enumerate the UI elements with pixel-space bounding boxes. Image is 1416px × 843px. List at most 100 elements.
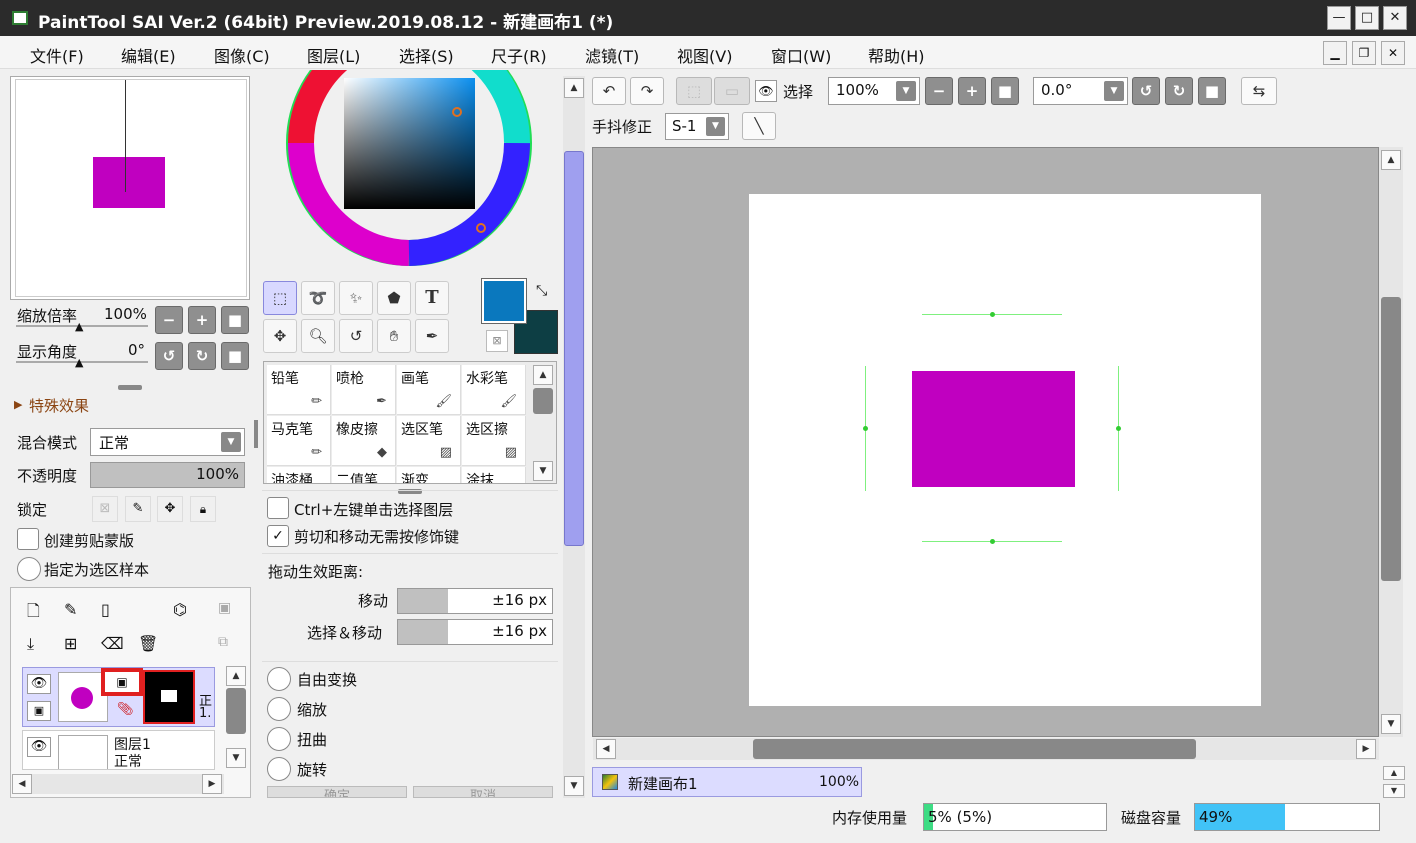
free-transform-radio[interactable]	[267, 667, 291, 691]
canvas-hscroll-thumb[interactable]	[753, 739, 1196, 759]
layer-mask-icon[interactable]: ▣	[218, 600, 231, 616]
selmove-distance-slider[interactable]: ±16 px	[397, 619, 553, 645]
shape-tool[interactable]: ⬟	[377, 281, 411, 315]
layer-scroll-left[interactable]: ◀	[12, 774, 32, 794]
handle-dot-bottom[interactable]	[990, 539, 995, 544]
text-tool[interactable]: T	[415, 281, 449, 315]
selection-sample-radio[interactable]	[17, 557, 41, 581]
handle-dot-right[interactable]	[1116, 426, 1121, 431]
chevron-down-icon[interactable]: ▼	[706, 117, 725, 136]
menu-file[interactable]: 文件(F)	[30, 43, 84, 67]
chevron-down-icon[interactable]: ▼	[896, 81, 916, 101]
menu-edit[interactable]: 编辑(E)	[121, 43, 176, 67]
zoom-out-button[interactable]: −	[155, 306, 183, 334]
apply-mask-icon[interactable]: ⧉	[218, 634, 228, 650]
layer-scroll-down[interactable]: ▼	[226, 748, 246, 768]
left-splitter[interactable]	[254, 420, 258, 448]
canvas-scroll-down[interactable]: ▼	[1381, 714, 1401, 734]
special-effects-header[interactable]: 特殊效果	[29, 395, 89, 416]
handle-dot-left[interactable]	[863, 426, 868, 431]
canvas-rotate-left-button[interactable]: ↺	[1132, 77, 1160, 105]
stabilizer-select[interactable]: S-1 ▼	[665, 113, 729, 140]
panel-splitter[interactable]	[118, 385, 142, 390]
move-tool[interactable]: ✥	[263, 319, 297, 353]
canvas-rotate-right-button[interactable]: ↻	[1165, 77, 1193, 105]
tabs-scroll-up[interactable]: ▲	[1383, 766, 1405, 780]
tabs-scroll-down[interactable]: ▼	[1383, 784, 1405, 798]
rect-select-tool[interactable]: ⬚	[263, 281, 297, 315]
lock-move-icon[interactable]: ✥	[157, 496, 183, 522]
menu-filter[interactable]: 滤镜(T)	[585, 43, 639, 67]
maximize-button[interactable]: □	[1355, 6, 1379, 30]
canvas-zoom-reset-button[interactable]: ■	[991, 77, 1019, 105]
zoom-slider-thumb[interactable]: ▲	[75, 320, 83, 333]
rotate-right-button[interactable]: ↻	[188, 342, 216, 370]
menu-layer[interactable]: 图层(L)	[307, 43, 360, 67]
brush-brush[interactable]: 画笔 🖌︎	[397, 365, 461, 415]
brush-pencil[interactable]: 铅笔 ✏︎	[267, 365, 331, 415]
blend-mode-select[interactable]: 正常 ▼	[90, 428, 245, 456]
tool-scroll-thumb[interactable]	[564, 151, 584, 546]
invert-selection-button[interactable]: ▭	[714, 77, 750, 105]
canvas-magenta-rect[interactable]	[912, 371, 1075, 487]
document-tab[interactable]: 新建画布1 100%	[592, 767, 862, 797]
line-tool-button[interactable]: ╲	[742, 112, 776, 140]
tool-scroll-up[interactable]: ▲	[564, 78, 584, 98]
brush-watercolor[interactable]: 水彩笔 🖌︎	[462, 365, 526, 415]
menu-help[interactable]: 帮助(H)	[868, 43, 925, 67]
visibility-eye-icon[interactable]: 👁︎	[27, 737, 51, 757]
brush-scroll-down[interactable]: ▼	[533, 461, 553, 481]
handle-dot-top[interactable]	[990, 312, 995, 317]
add-layer-icon[interactable]: ⊞	[64, 634, 77, 653]
selection-visibility-eye-icon[interactable]: 👁︎	[755, 80, 777, 102]
opacity-slider[interactable]: 100%	[90, 462, 245, 488]
layer-mask-thumbnail[interactable]	[143, 670, 195, 724]
canvas-scroll-up[interactable]: ▲	[1381, 150, 1401, 170]
brush-binary[interactable]: 二值笔	[332, 467, 396, 483]
tool-scroll-down[interactable]: ▼	[564, 776, 584, 796]
menu-ruler[interactable]: 尺子(R)	[491, 43, 547, 67]
zoom-reset-button[interactable]: ■	[221, 306, 249, 334]
distort-radio[interactable]	[267, 727, 291, 751]
chevron-down-icon[interactable]: ▼	[1104, 81, 1124, 101]
ok-button[interactable]: 确定	[267, 786, 407, 798]
canvas-zoom-out-button[interactable]: −	[925, 77, 953, 105]
clear-layer-icon[interactable]: ⌫	[101, 634, 124, 653]
minimize-button[interactable]: —	[1327, 6, 1351, 30]
lock-paint-icon[interactable]: ✎	[125, 496, 151, 522]
canvas-zoom-in-button[interactable]: +	[958, 77, 986, 105]
scale-radio[interactable]	[267, 697, 291, 721]
rotate-left-button[interactable]: ↺	[155, 342, 183, 370]
menu-image[interactable]: 图像(C)	[214, 43, 270, 67]
new-pen-layer-icon[interactable]: ✎	[64, 600, 77, 619]
layer-thumbnail[interactable]	[58, 735, 108, 769]
clip-icon[interactable]: 📎︎	[117, 702, 134, 717]
doc-restore-button[interactable]: ❐	[1352, 41, 1376, 65]
eyedropper-tool[interactable]: ✒	[415, 319, 449, 353]
transparent-color-icon[interactable]: ⊠	[486, 330, 508, 352]
layer-row-selected[interactable]: 👁︎ ▣ ▣ 📎︎ 正 1.	[22, 667, 215, 727]
rotate-radio[interactable]	[267, 757, 291, 781]
layer-row[interactable]: 👁︎ 图层1 正常	[22, 730, 215, 770]
visibility-eye-icon[interactable]: 👁︎	[27, 674, 51, 694]
canvas-rotate-reset-button[interactable]: ■	[1198, 77, 1226, 105]
flip-horizontal-button[interactable]: ⇆	[1241, 77, 1277, 105]
chevron-down-icon[interactable]: ▼	[221, 432, 241, 452]
layer-effect-icon[interactable]: ⌬	[173, 600, 187, 619]
close-button[interactable]: ✕	[1383, 6, 1407, 30]
layer-lock-icon[interactable]: ▣	[27, 701, 51, 721]
doc-minimize-button[interactable]: ▁	[1323, 41, 1347, 65]
undo-button[interactable]: ↶	[592, 77, 626, 105]
brush-select-pen[interactable]: 选区笔 ▨	[397, 416, 461, 466]
zoom-in-button[interactable]: +	[188, 306, 216, 334]
ctrl-click-checkbox[interactable]	[267, 497, 289, 519]
layer-scroll-up[interactable]: ▲	[226, 666, 246, 686]
rotate-tool[interactable]: ↺	[339, 319, 373, 353]
hand-tool[interactable]: ✋︎	[377, 319, 411, 353]
brush-select-eraser[interactable]: 选区擦 ▨	[462, 416, 526, 466]
redo-button[interactable]: ↷	[630, 77, 664, 105]
menu-window[interactable]: 窗口(W)	[771, 43, 831, 67]
expand-arrow-icon[interactable]: ▶	[14, 398, 22, 411]
canvas-vscroll-thumb[interactable]	[1381, 297, 1401, 581]
brush-airbrush[interactable]: 喷枪 ✒	[332, 365, 396, 415]
